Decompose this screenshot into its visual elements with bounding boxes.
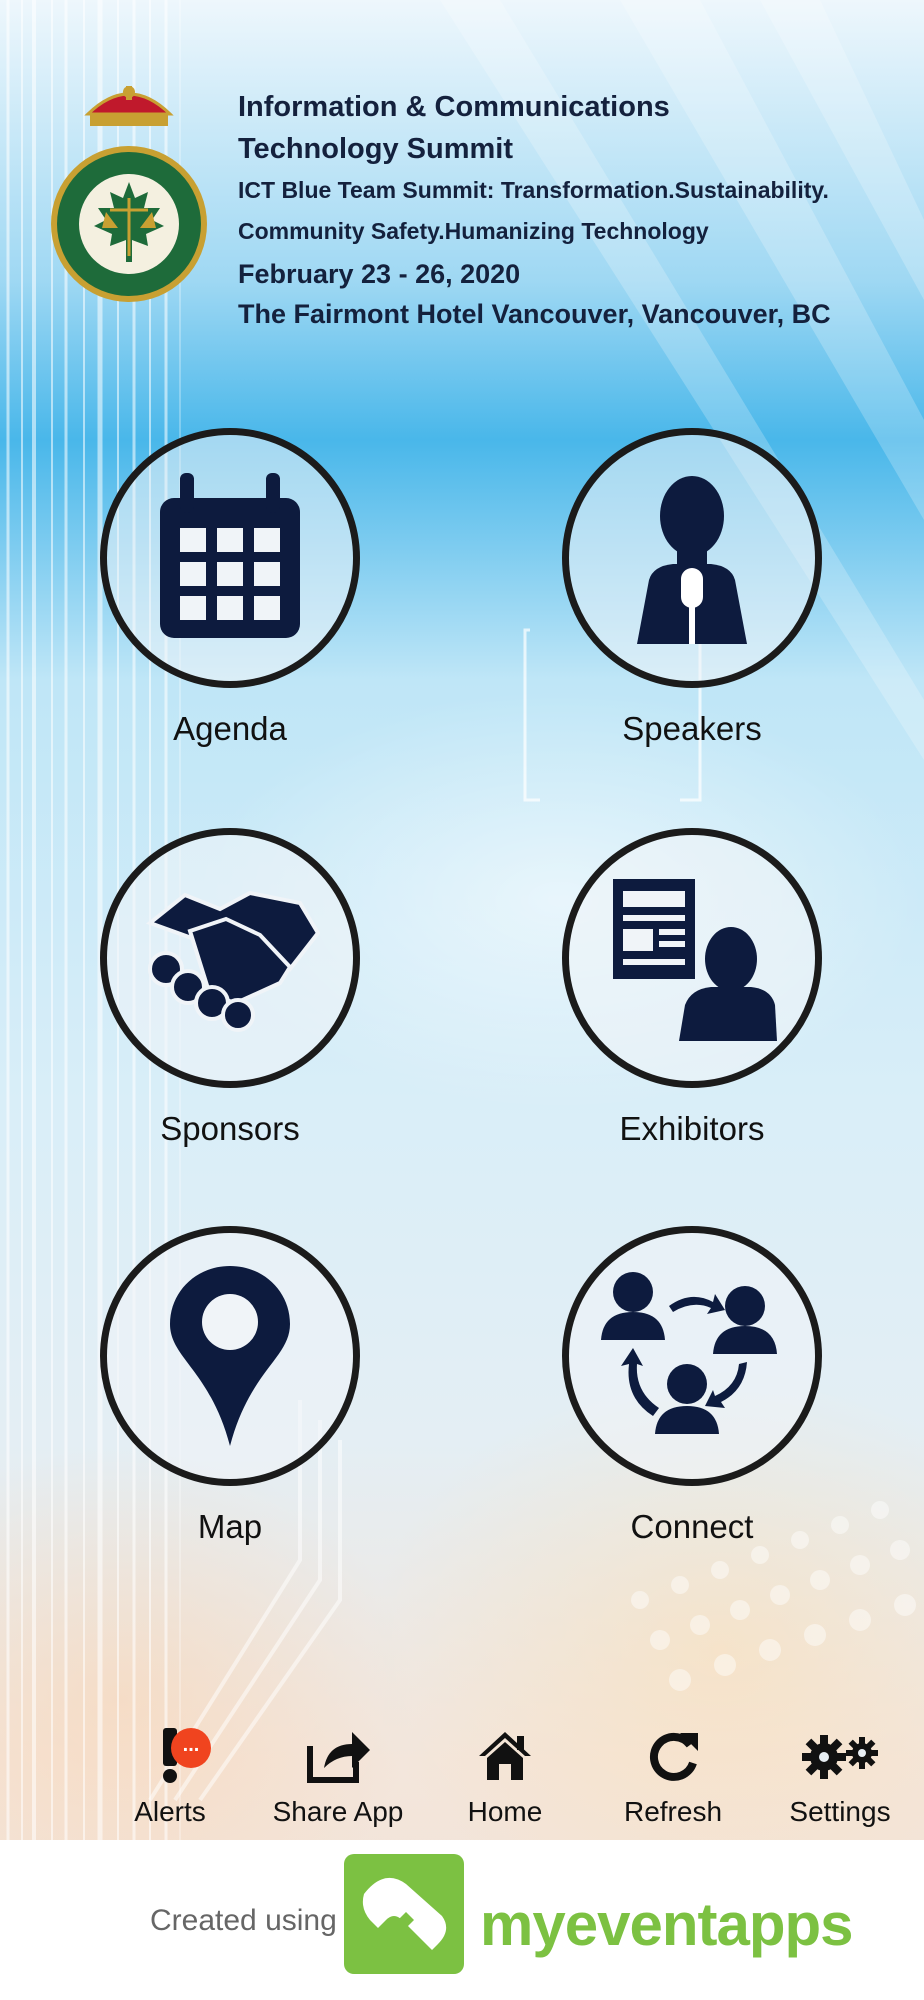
header: Information & Communications Technology … — [0, 0, 924, 340]
exhibitor-board-icon — [613, 879, 777, 1041]
event-venue: The Fairmont Hotel Vancouver, Vancouver,… — [238, 299, 831, 329]
settings-button[interactable]: Settings — [756, 1718, 924, 1840]
settings-label: Settings — [789, 1796, 891, 1827]
event-info: Information & Communications Technology … — [238, 86, 831, 332]
exhibitors-label: Exhibitors — [619, 1110, 765, 1147]
event-dates: February 23 - 26, 2020 — [238, 259, 521, 289]
speakers-label: Speakers — [622, 710, 762, 747]
app-screen: Information & Communications Technology … — [0, 0, 924, 2000]
agenda-label: Agenda — [173, 710, 287, 747]
event-title-line1: Information & Communications — [238, 91, 670, 123]
speaker-microphone-icon — [637, 476, 747, 644]
refresh-icon — [649, 1732, 698, 1781]
people-network-icon — [601, 1272, 777, 1434]
alerts-label: Alerts — [134, 1796, 206, 1827]
share-icon — [307, 1732, 370, 1783]
event-subtitle-line1: ICT Blue Team Summit: Transformation.Sus… — [238, 177, 829, 203]
connect-button[interactable] — [562, 1226, 822, 1486]
speakers-button[interactable] — [562, 428, 822, 688]
association-crest-logo — [51, 86, 207, 302]
agenda-button[interactable] — [100, 428, 360, 688]
footer-branding: Created using myeventapps — [0, 1840, 924, 2000]
event-title-line2: Technology Summit — [238, 133, 513, 165]
myeventapps-wordmark: myeventapps — [480, 1891, 853, 1958]
event-subtitle-line2: Community Safety.Humanizing Technology — [238, 218, 709, 244]
calendar-icon — [160, 473, 300, 638]
bottom-toolbar: ... Alerts Share App Home Refresh Settin… — [0, 1718, 924, 1840]
exhibitors-button[interactable] — [562, 828, 822, 1088]
gears-icon — [802, 1735, 878, 1779]
refresh-button[interactable]: Refresh — [589, 1718, 757, 1840]
map-label: Map — [197, 1508, 263, 1545]
alerts-button[interactable]: ... Alerts — [86, 1718, 254, 1840]
home-button[interactable]: Home — [421, 1718, 589, 1840]
home-label: Home — [467, 1796, 543, 1827]
alerts-badge: ... — [171, 1728, 211, 1768]
map-button[interactable] — [100, 1226, 360, 1486]
created-using-text: Created using — [150, 1904, 337, 1937]
share-app-label: Share App — [272, 1796, 404, 1827]
myeventapps-logo-icon — [344, 1854, 464, 1974]
share-app-button[interactable]: Share App — [254, 1718, 422, 1840]
handshake-icon — [145, 890, 320, 1032]
home-icon — [479, 1732, 531, 1780]
map-pin-icon — [170, 1266, 290, 1446]
refresh-label: Refresh — [623, 1796, 723, 1827]
sponsors-label: Sponsors — [160, 1110, 300, 1147]
connect-label: Connect — [630, 1508, 754, 1545]
sponsors-button[interactable] — [100, 828, 360, 1088]
